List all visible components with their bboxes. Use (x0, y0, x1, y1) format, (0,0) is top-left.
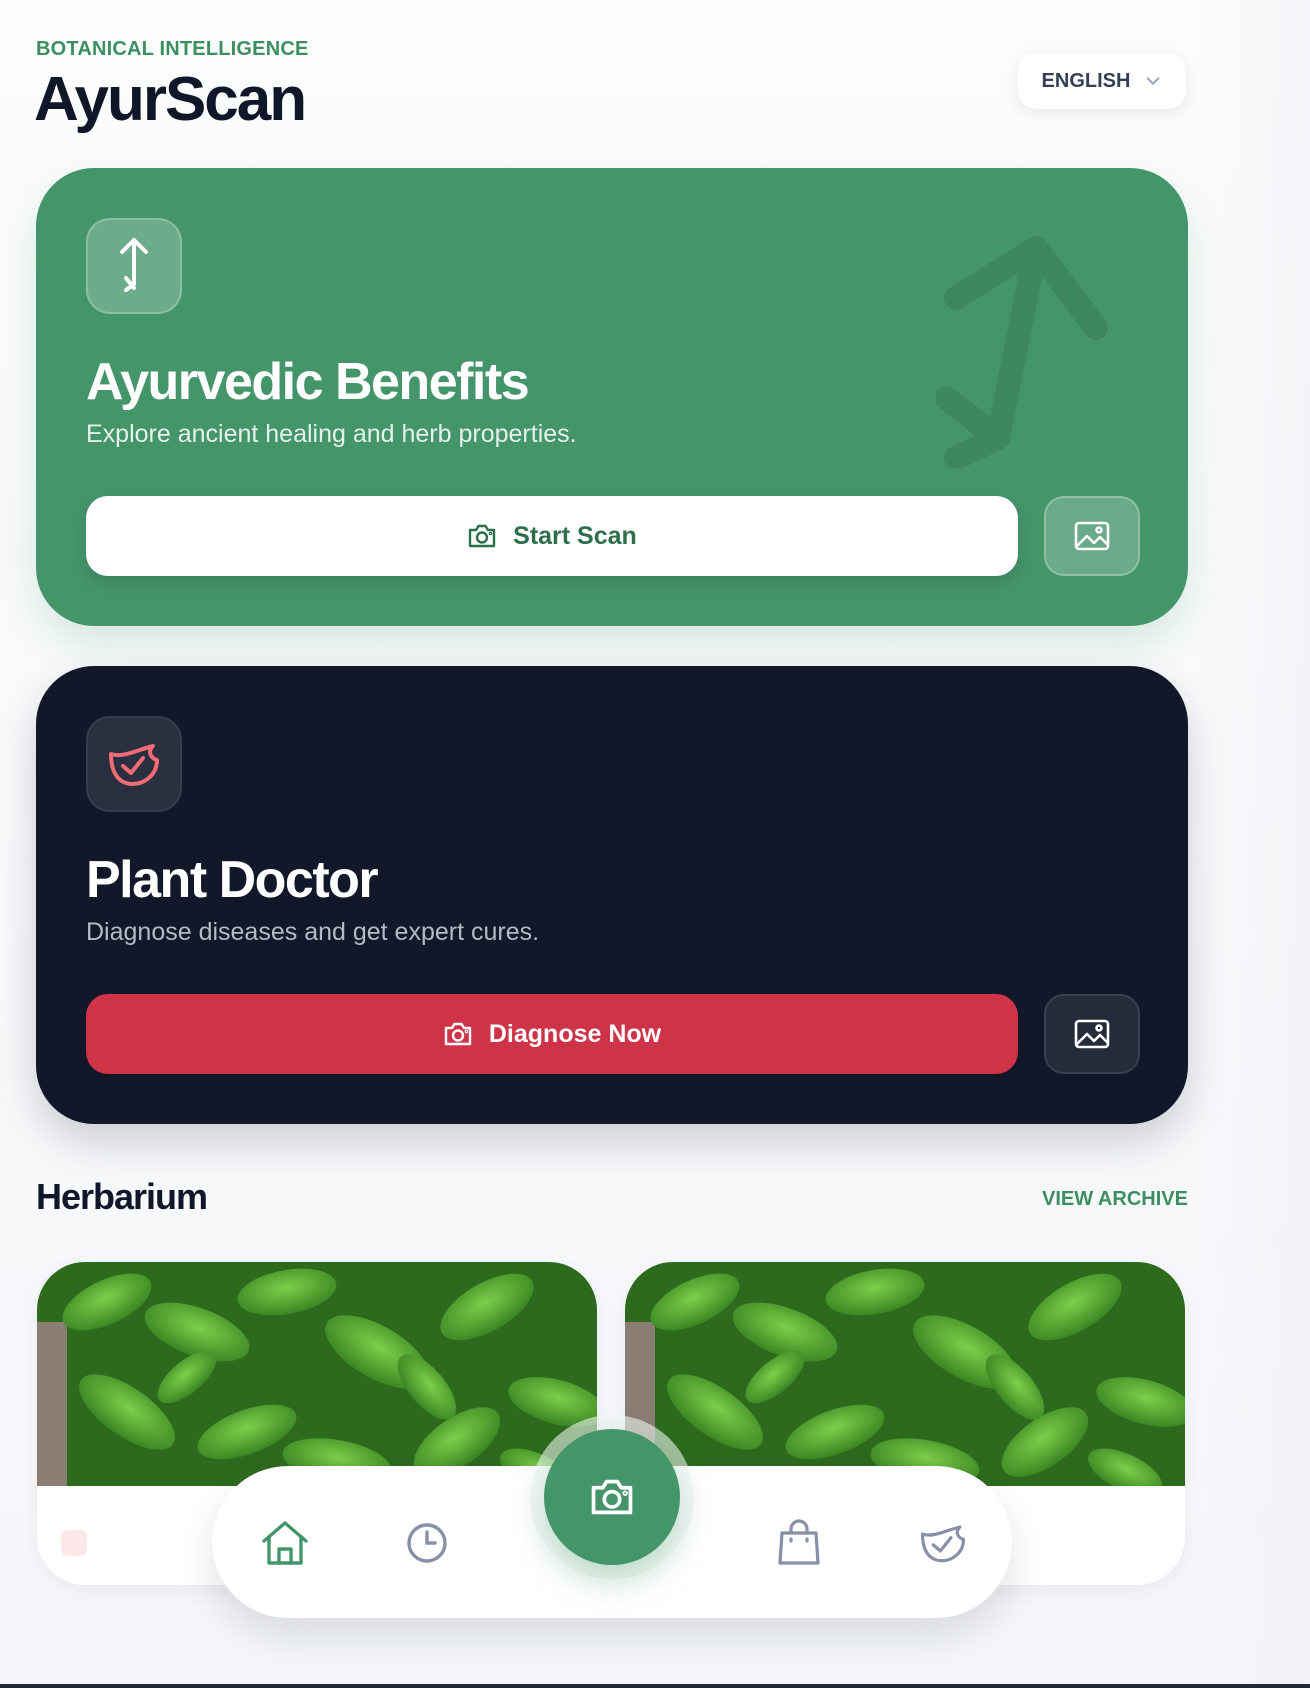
ayurvedic-benefits-card: Ayurvedic Benefits Explore ancient heali… (36, 168, 1188, 626)
upload-image-button[interactable] (1044, 496, 1140, 576)
herb-sprout-watermark-icon (936, 236, 1108, 468)
card-subtitle: Diagnose diseases and get expert cures. (86, 918, 540, 946)
nav-home[interactable] (258, 1516, 312, 1570)
card-title: Plant Doctor (86, 851, 379, 909)
herb-category-badge (61, 1530, 87, 1556)
herbarium-title: Herbarium (36, 1176, 208, 1217)
start-scan-label: Start Scan (513, 521, 637, 550)
language-selector[interactable]: ENGLISH (1018, 53, 1186, 109)
scan-camera-button[interactable] (544, 1429, 680, 1565)
shield-check-icon (86, 716, 182, 812)
upload-image-button[interactable] (1044, 994, 1140, 1074)
card-title: Ayurvedic Benefits (86, 353, 530, 411)
camera-icon (591, 1479, 633, 1515)
herb-photo (37, 1262, 597, 1486)
home-icon (262, 1521, 308, 1565)
diagnose-now-button[interactable]: Diagnose Now (86, 994, 1018, 1074)
nav-history[interactable] (400, 1516, 454, 1570)
window-bottom-edge (0, 1684, 1310, 1688)
start-scan-button[interactable]: Start Scan (86, 496, 1018, 576)
app-title: AyurScan (34, 65, 307, 134)
image-gallery-icon (1074, 1019, 1110, 1049)
herb-sprout-icon (86, 218, 182, 314)
plant-doctor-card: Plant Doctor Diagnose diseases and get e… (36, 666, 1188, 1124)
history-clock-icon (407, 1523, 447, 1563)
language-value: ENGLISH (1041, 69, 1131, 92)
nav-shop[interactable] (772, 1516, 826, 1570)
chevron-down-icon (1147, 77, 1160, 85)
view-archive-link[interactable]: VIEW ARCHIVE (1042, 1188, 1188, 1211)
shopping-bag-icon (778, 1519, 820, 1565)
nav-doctor[interactable] (916, 1516, 970, 1570)
herb-photo (625, 1262, 1185, 1486)
card-subtitle: Explore ancient healing and herb propert… (86, 420, 577, 448)
page-edge-shade (1200, 0, 1310, 1688)
shield-check-icon (920, 1525, 966, 1563)
camera-icon (444, 1022, 472, 1046)
camera-icon (468, 524, 496, 548)
diagnose-now-label: Diagnose Now (488, 1019, 662, 1048)
image-gallery-icon (1074, 521, 1110, 551)
app-eyebrow: BOTANICAL INTELLIGENCE (36, 38, 309, 60)
